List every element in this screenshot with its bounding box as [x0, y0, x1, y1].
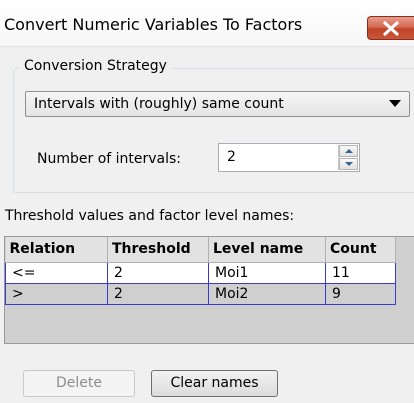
column-header-level-name[interactable]: Level name [208, 237, 326, 263]
conversion-strategy-group [13, 68, 414, 193]
window-title: Convert Numeric Variables To Factors [4, 15, 303, 34]
cell-level-name[interactable]: Moi1 [208, 261, 326, 284]
strategy-selected: Intervals with (roughly) same count [34, 96, 284, 112]
cell-relation[interactable]: > [5, 282, 108, 305]
column-header-threshold[interactable]: Threshold [107, 237, 209, 263]
close-icon [383, 21, 399, 36]
arrow-down-icon [345, 162, 353, 166]
cell-threshold[interactable]: 2 [107, 261, 209, 284]
column-header-count[interactable]: Count [325, 237, 396, 263]
cell-relation[interactable]: <= [5, 261, 108, 284]
clear-names-button[interactable]: Clear names [151, 370, 278, 397]
table-header-row: Relation Threshold Level name Count [5, 237, 396, 263]
cell-count[interactable]: 11 [325, 261, 396, 284]
spin-down-button[interactable] [339, 158, 358, 170]
close-button[interactable] [367, 16, 414, 40]
intervals-label: Number of intervals: [37, 151, 182, 167]
delete-button[interactable]: Delete [23, 370, 135, 397]
intervals-spinbox[interactable]: 2 [218, 143, 360, 172]
spin-buttons [338, 145, 358, 170]
strategy-dropdown[interactable]: Intervals with (roughly) same count [25, 91, 410, 117]
cell-count[interactable]: 9 [325, 282, 396, 305]
intervals-value[interactable]: 2 [227, 149, 236, 165]
table-row[interactable]: > 2 Moi2 9 [5, 282, 396, 305]
spin-up-button[interactable] [339, 145, 358, 157]
chevron-down-icon [389, 100, 401, 107]
arrow-up-icon [345, 149, 353, 153]
threshold-table: Relation Threshold Level name Count <= 2… [4, 236, 414, 344]
conversion-strategy-legend: Conversion Strategy [19, 58, 172, 74]
cell-threshold[interactable]: 2 [107, 282, 209, 305]
cell-level-name[interactable]: Moi2 [208, 282, 326, 305]
table-row[interactable]: <= 2 Moi1 11 [5, 261, 396, 284]
title-bar: Convert Numeric Variables To Factors [0, 0, 414, 47]
column-header-relation[interactable]: Relation [5, 237, 108, 263]
threshold-label: Threshold values and factor level names: [5, 208, 295, 224]
